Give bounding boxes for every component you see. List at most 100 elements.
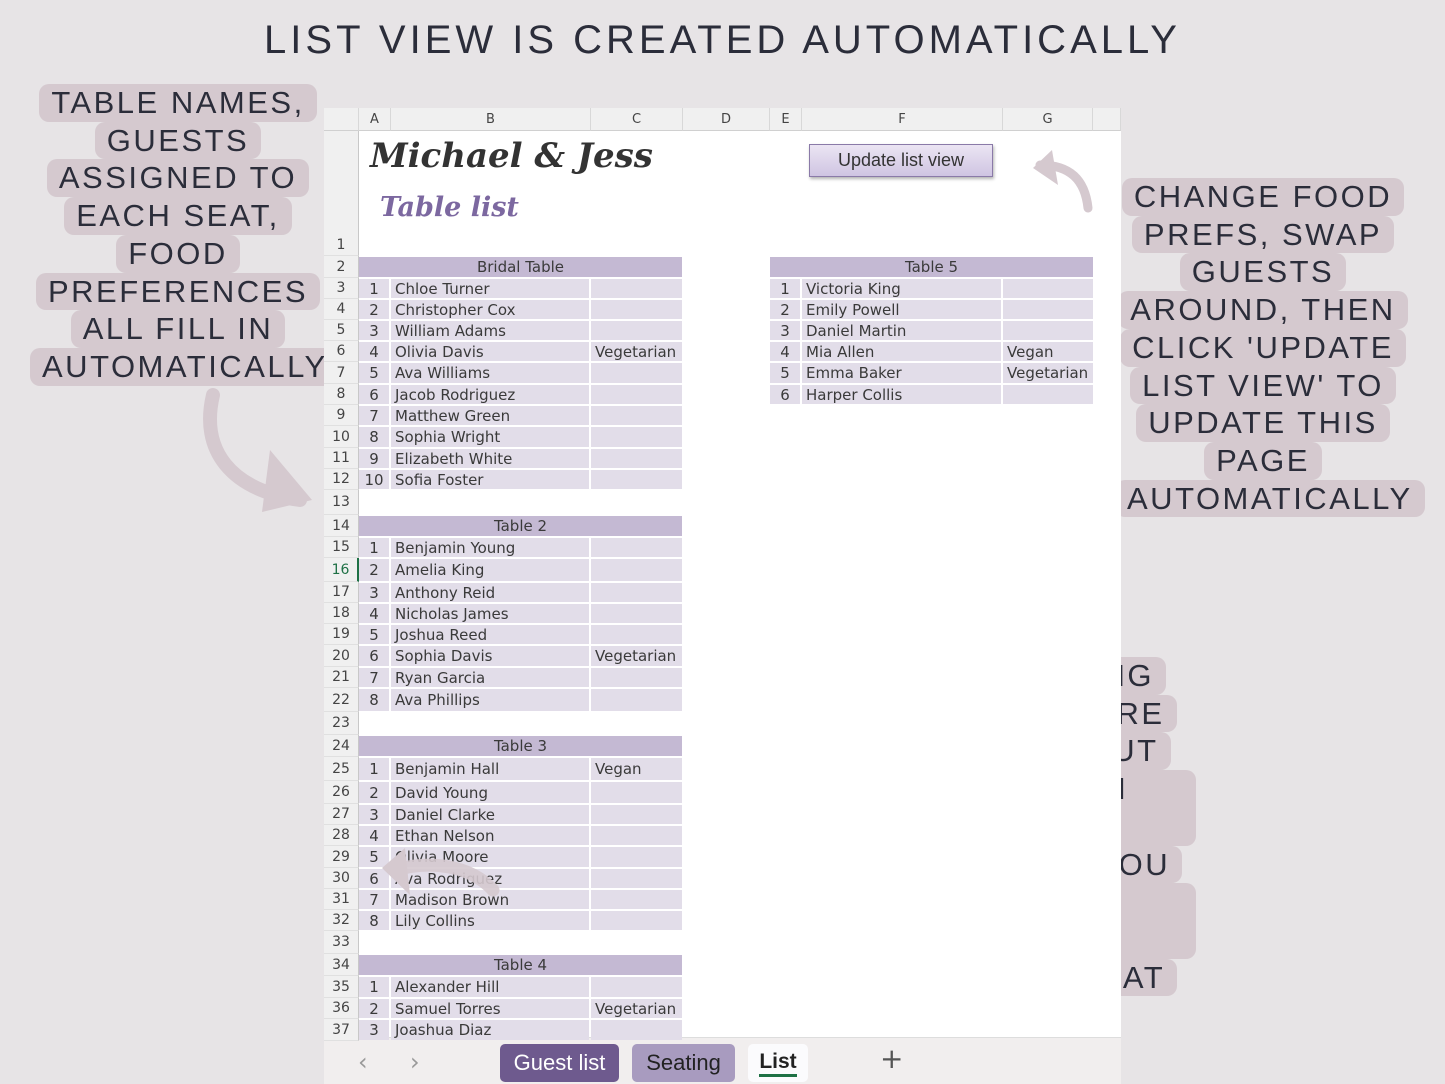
seat-number[interactable]: 3 xyxy=(770,321,800,340)
guest-name[interactable]: Ava Rodriguez xyxy=(391,869,589,888)
food-preference[interactable] xyxy=(591,538,682,557)
row-header-19[interactable]: 19 xyxy=(324,624,359,645)
seat-number[interactable]: 2 xyxy=(359,300,389,319)
food-preference[interactable] xyxy=(591,385,682,404)
food-preference[interactable]: Vegetarian xyxy=(591,342,682,361)
row-header-14[interactable]: 14 xyxy=(324,515,359,537)
row-header-28[interactable]: 28 xyxy=(324,825,359,846)
seat-number[interactable]: 2 xyxy=(359,559,389,581)
guest-name[interactable]: Samuel Torres xyxy=(391,999,589,1018)
food-preference[interactable] xyxy=(591,321,682,340)
seat-number[interactable]: 6 xyxy=(359,385,389,404)
seat-number[interactable]: 2 xyxy=(359,999,389,1018)
column-header-C[interactable]: C xyxy=(591,108,683,131)
seat-number[interactable]: 7 xyxy=(359,890,389,909)
row-header-5[interactable]: 5 xyxy=(324,320,359,341)
row-header-18[interactable]: 18 xyxy=(324,603,359,624)
seat-number[interactable]: 4 xyxy=(359,826,389,845)
column-header-D[interactable]: D xyxy=(683,108,770,131)
seat-number[interactable]: 4 xyxy=(770,342,800,361)
guest-name[interactable]: Joashua Diaz xyxy=(391,1020,589,1040)
seat-number[interactable]: 6 xyxy=(359,646,389,666)
food-preference[interactable] xyxy=(591,300,682,319)
food-preference[interactable] xyxy=(591,1020,682,1040)
seat-number[interactable]: 1 xyxy=(770,279,800,298)
row-header-33[interactable]: 33 xyxy=(324,931,359,954)
food-preference[interactable] xyxy=(591,668,682,687)
food-preference[interactable] xyxy=(591,911,682,930)
guest-name[interactable]: Emily Powell xyxy=(802,300,1001,319)
row-header-4[interactable]: 4 xyxy=(324,299,359,320)
row-header-16[interactable]: 16 xyxy=(324,558,359,582)
food-preference[interactable] xyxy=(591,470,682,489)
seat-number[interactable]: 8 xyxy=(359,911,389,930)
select-all-corner[interactable] xyxy=(324,108,359,131)
tab-guest-list[interactable]: Guest list xyxy=(500,1044,619,1082)
guest-name[interactable]: Victoria King xyxy=(802,279,1001,298)
column-header-G[interactable]: G xyxy=(1003,108,1093,131)
guest-name[interactable]: Elizabeth White xyxy=(391,449,589,468)
row-header-37[interactable]: 37 xyxy=(324,1019,359,1041)
row-header-27[interactable]: 27 xyxy=(324,804,359,825)
guest-name[interactable]: Chloe Turner xyxy=(391,279,589,298)
seat-number[interactable]: 8 xyxy=(359,427,389,447)
row-header-36[interactable]: 36 xyxy=(324,998,359,1019)
row-header-2[interactable]: 2 xyxy=(324,256,359,278)
guest-name[interactable]: Lily Collins xyxy=(391,911,589,930)
food-preference[interactable] xyxy=(591,427,682,447)
seat-number[interactable]: 2 xyxy=(359,782,389,803)
food-preference[interactable] xyxy=(591,689,682,711)
add-sheet-button[interactable]: + xyxy=(880,1042,903,1075)
tab-list[interactable]: List xyxy=(748,1044,808,1082)
row-header-26[interactable]: 26 xyxy=(324,781,359,804)
row-header-35[interactable]: 35 xyxy=(324,976,359,998)
guest-name[interactable]: Nicholas James xyxy=(391,604,589,623)
guest-name[interactable]: Benjamin Hall xyxy=(391,758,589,780)
row-header-6[interactable]: 6 xyxy=(324,341,359,362)
seat-number[interactable]: 3 xyxy=(359,321,389,340)
guest-name[interactable]: Mia Allen xyxy=(802,342,1001,361)
seat-number[interactable]: 5 xyxy=(359,363,389,383)
row-header-17[interactable]: 17 xyxy=(324,582,359,603)
guest-name[interactable]: Daniel Martin xyxy=(802,321,1001,340)
row-header-30[interactable]: 30 xyxy=(324,868,359,889)
row-header-9[interactable]: 9 xyxy=(324,405,359,426)
food-preference[interactable] xyxy=(591,406,682,425)
guest-name[interactable]: Sophia Davis xyxy=(391,646,589,666)
guest-name[interactable]: Christopher Cox xyxy=(391,300,589,319)
chevron-right-icon[interactable]: › xyxy=(410,1048,420,1076)
row-header-22[interactable]: 22 xyxy=(324,688,359,712)
chevron-left-icon[interactable]: ‹ xyxy=(358,1048,368,1076)
food-preference[interactable]: Vegetarian xyxy=(1003,363,1093,383)
seat-number[interactable]: 6 xyxy=(770,385,800,404)
row-header-1[interactable]: 1 xyxy=(324,131,359,256)
guest-name[interactable]: Olivia Moore xyxy=(391,847,589,867)
guest-name[interactable]: Ava Williams xyxy=(391,363,589,383)
food-preference[interactable] xyxy=(591,583,682,602)
seat-number[interactable]: 3 xyxy=(359,583,389,602)
seat-number[interactable]: 4 xyxy=(359,342,389,361)
food-preference[interactable]: Vegan xyxy=(1003,342,1093,361)
food-preference[interactable] xyxy=(591,279,682,298)
seat-number[interactable]: 1 xyxy=(359,538,389,557)
seat-number[interactable]: 1 xyxy=(359,758,389,780)
row-header-3[interactable]: 3 xyxy=(324,278,359,299)
seat-number[interactable]: 5 xyxy=(359,847,389,867)
food-preference[interactable] xyxy=(591,805,682,824)
food-preference[interactable]: Vegetarian xyxy=(591,999,682,1018)
food-preference[interactable] xyxy=(591,782,682,803)
food-preference[interactable] xyxy=(591,847,682,867)
seat-number[interactable]: 7 xyxy=(359,668,389,687)
food-preference[interactable] xyxy=(1003,300,1093,319)
guest-name[interactable]: Joshua Reed xyxy=(391,625,589,644)
seat-number[interactable]: 5 xyxy=(770,363,800,383)
food-preference[interactable] xyxy=(591,890,682,909)
guest-name[interactable]: David Young xyxy=(391,782,589,803)
food-preference[interactable] xyxy=(591,604,682,623)
guest-name[interactable]: Madison Brown xyxy=(391,890,589,909)
guest-name[interactable]: Emma Baker xyxy=(802,363,1001,383)
food-preference[interactable] xyxy=(1003,385,1093,404)
guest-name[interactable]: Harper Collis xyxy=(802,385,1001,404)
tab-seating[interactable]: Seating xyxy=(632,1044,735,1082)
row-header-20[interactable]: 20 xyxy=(324,645,359,667)
